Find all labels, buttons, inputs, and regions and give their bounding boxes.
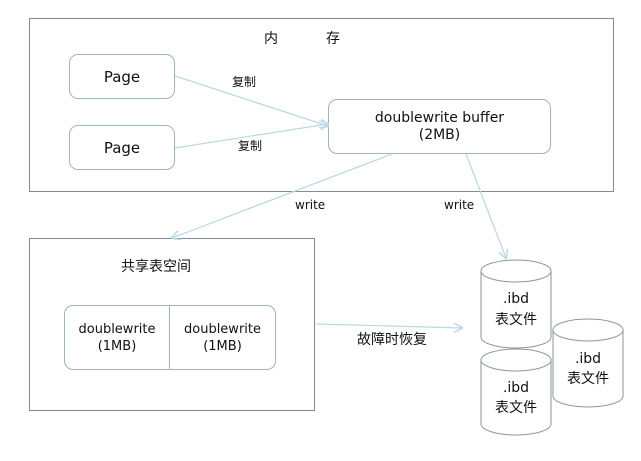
ibd-file-ext: .ibd [502,380,530,396]
memory-title-right: 存 [326,31,340,47]
doublewrite-area-box: doublewrite (1MB) doublewrite (1MB) [64,305,276,370]
doublewrite-cell-left-size: (1MB) [97,338,137,354]
doublewrite-cell-right-size: (1MB) [203,338,242,354]
page-label: Page [103,67,141,86]
ibd-file-label: 表文件 [567,371,609,387]
buffer-label: doublewrite buffer [374,109,505,126]
page-box-bottom: Page [69,125,175,170]
doublewrite-cell-right: doublewrite (1MB) [170,306,275,369]
page-label: Page [103,138,141,157]
ibd-file-right: .ibd 表文件 [552,318,624,408]
buffer-size: (2MB) [418,126,461,143]
ibd-file-bottom: .ibd 表文件 [480,348,552,436]
doublewrite-buffer-box: doublewrite buffer (2MB) [328,99,551,154]
doublewrite-cell-right-label: doublewrite [184,321,261,337]
write-label-left: write [295,198,326,212]
memory-title-left: 内 [264,31,278,47]
recovery-arrow [315,324,462,328]
recovery-label: 故障时恢复 [357,332,427,348]
ibd-file-ext: .ibd [502,291,530,307]
page-box-top: Page [69,54,175,99]
write-label-right: write [444,198,475,212]
copy-label-bottom: 复制 [238,139,263,153]
doublewrite-cell-left-label: doublewrite [78,321,156,337]
ibd-file-top: .ibd 表文件 [480,259,552,349]
ibd-file-ext: .ibd [574,351,602,367]
ibd-file-label: 表文件 [495,400,537,416]
shared-tablespace-title: 共享表空间 [121,259,191,275]
ibd-file-label: 表文件 [495,312,537,328]
copy-label-top: 复制 [232,75,257,89]
doublewrite-cell-left: doublewrite (1MB) [65,306,170,369]
